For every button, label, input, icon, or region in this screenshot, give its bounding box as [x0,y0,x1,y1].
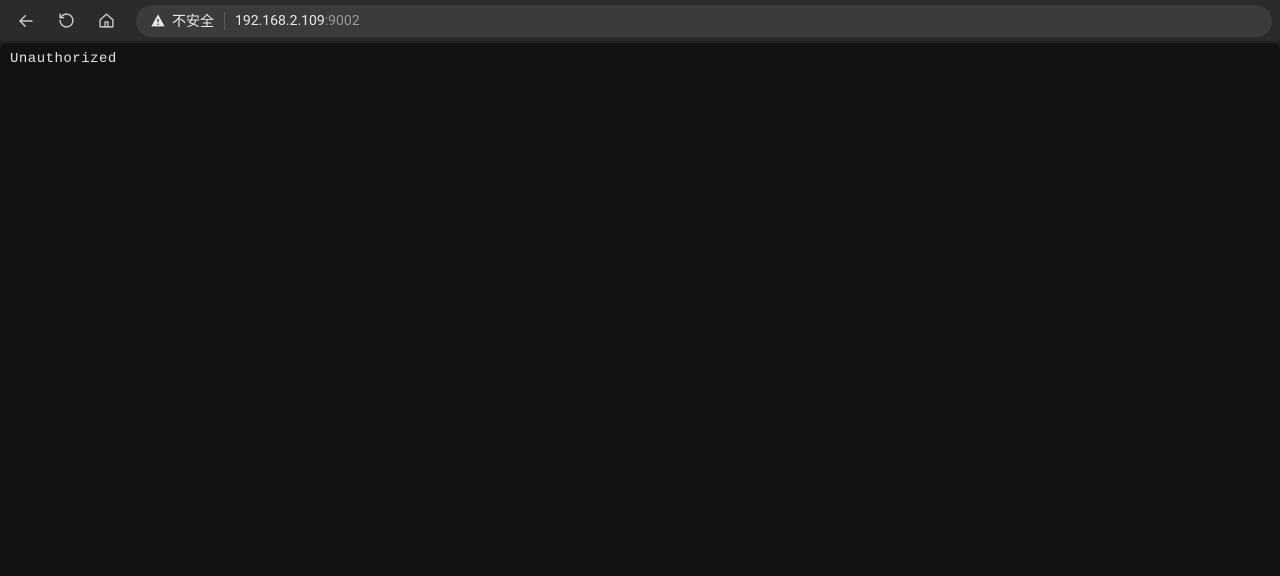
security-badge[interactable]: 不安全 [150,11,214,31]
home-button[interactable] [88,3,124,39]
nav-button-group [8,3,124,39]
refresh-button[interactable] [48,3,84,39]
address-bar[interactable]: 不安全 192.168.2.109:9002 [136,5,1272,37]
page-content: Unauthorized [0,43,1280,576]
arrow-left-icon [17,12,35,30]
back-button[interactable] [8,3,44,39]
unauthorized-message: Unauthorized [10,51,1270,67]
url-display: 192.168.2.109:9002 [235,13,360,29]
security-label: 不安全 [172,11,214,31]
refresh-icon [58,12,75,29]
warning-icon [150,13,166,29]
address-divider [224,12,225,30]
url-host: 192.168.2.109 [235,13,325,29]
home-icon [98,12,115,29]
url-port: :9002 [325,13,360,29]
browser-toolbar: 不安全 192.168.2.109:9002 [0,0,1280,42]
